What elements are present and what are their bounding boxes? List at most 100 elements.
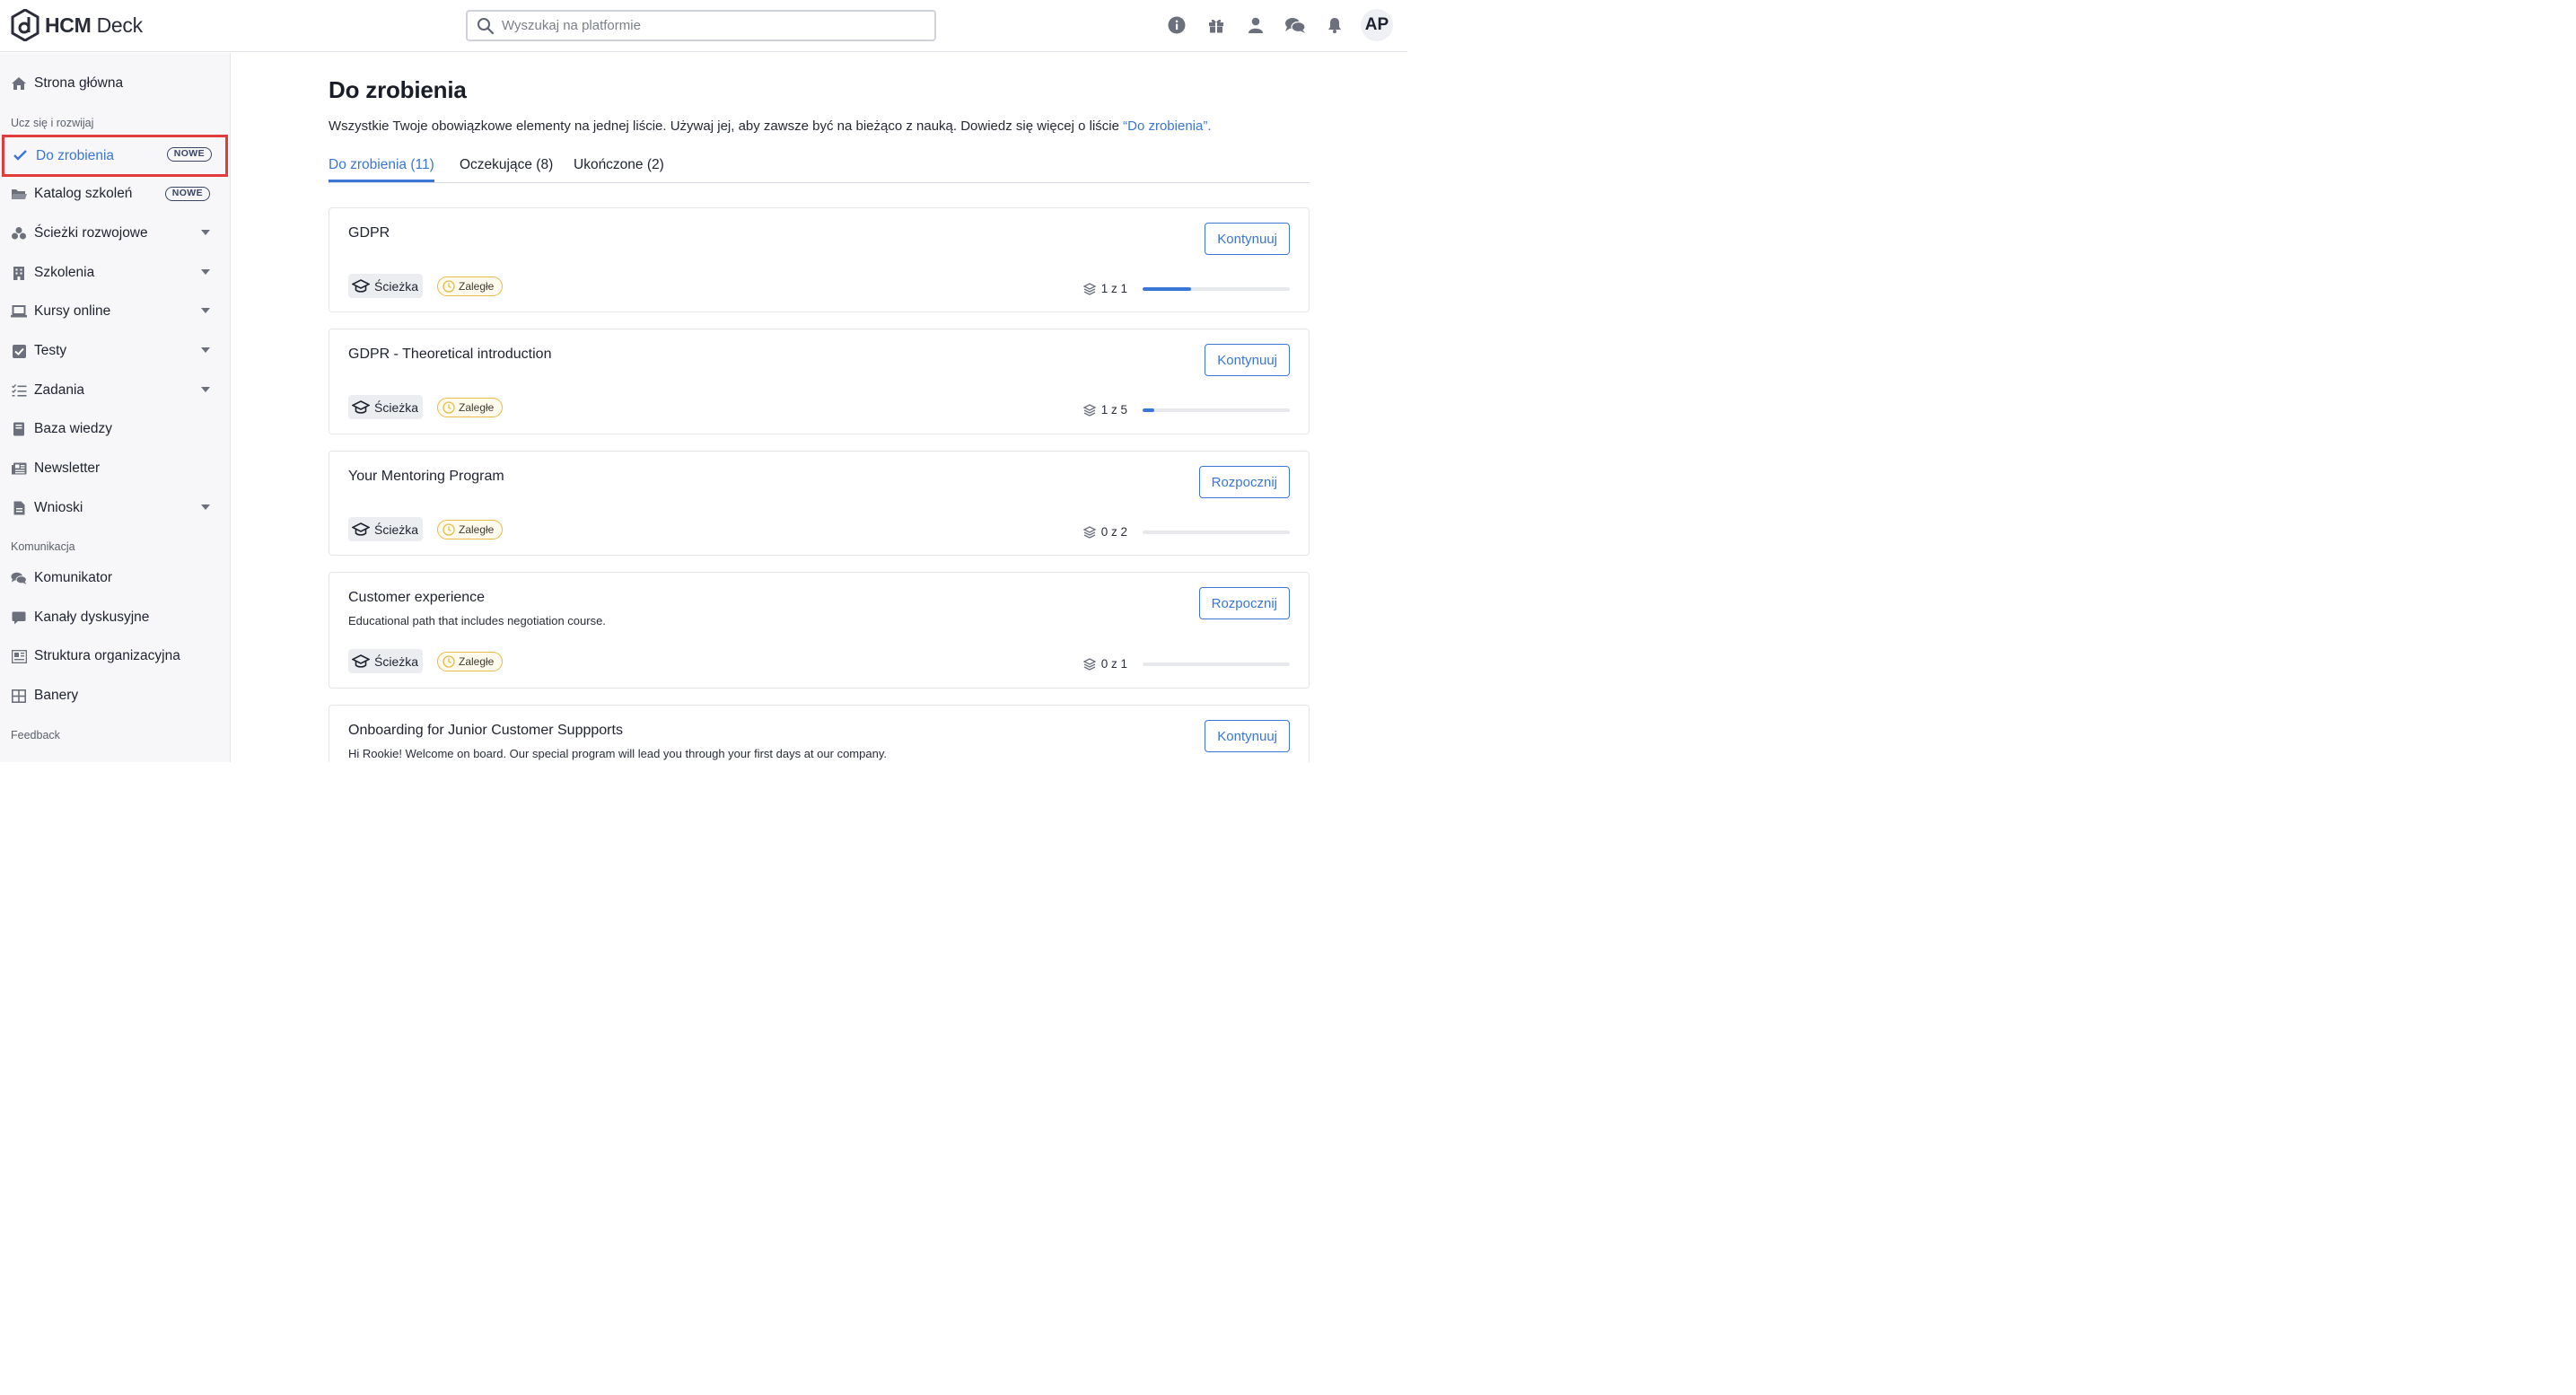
progress-bar: [1143, 531, 1290, 534]
description-link[interactable]: “Do zrobienia”.: [1123, 118, 1211, 134]
document-icon: [11, 500, 27, 516]
late-chip: Zaległe: [437, 276, 504, 296]
chevron-down-icon[interactable]: [201, 230, 210, 235]
chevron-down-icon[interactable]: [201, 308, 210, 313]
graduation-cap-icon: [352, 522, 370, 536]
sidebar-item-banners[interactable]: Banery: [0, 678, 228, 714]
path-chip: Ścieżka: [348, 274, 424, 298]
sidebar-item-label: Kanały dyskusyjne: [34, 610, 150, 625]
continue-button[interactable]: Kontynuuj: [1205, 720, 1290, 752]
clock-icon: [442, 401, 455, 414]
paths-icon: [11, 225, 27, 241]
chevron-down-icon[interactable]: [201, 387, 210, 392]
sidebar-item-messenger[interactable]: Komunikator: [0, 560, 228, 596]
progress-text: 1 z 5: [1100, 403, 1127, 417]
todo-card: Onboarding for Junior Customer Suppports…: [329, 705, 1310, 762]
sidebar-item-paths[interactable]: Ścieżki rozwojowe: [0, 215, 228, 251]
page-description: Wszystkie Twoje obowiązkowe elementy na …: [329, 118, 1212, 134]
progress-fill: [1143, 408, 1155, 412]
continue-button[interactable]: Kontynuuj: [1205, 344, 1290, 376]
checkbox-icon: [11, 343, 27, 359]
user-icon[interactable]: [1242, 9, 1269, 41]
card-title[interactable]: Onboarding for Junior Customer Suppports: [348, 723, 623, 739]
path-chip: Ścieżka: [348, 649, 424, 673]
app-page: HCM Deck AP: [0, 0, 1407, 762]
section-label-learn: Ucz się i rozwijaj: [11, 117, 94, 129]
progress-bar: [1143, 287, 1290, 291]
section-label-communication: Komunikacja: [11, 540, 75, 553]
chevron-down-icon[interactable]: [201, 347, 210, 353]
sidebar-item-newsletter[interactable]: Newsletter: [0, 451, 228, 487]
late-chip-label: Zaległe: [459, 655, 495, 668]
layers-icon: [1082, 525, 1096, 539]
chevron-down-icon[interactable]: [201, 269, 210, 275]
path-chip-label: Ścieżka: [374, 399, 419, 415]
new-badge: NOWE: [166, 147, 212, 162]
progress-count: 0 z 2: [1082, 525, 1127, 539]
card-title[interactable]: GDPR: [348, 225, 390, 241]
sidebar: Strona główna Ucz się i rozwijaj Do zrob…: [0, 53, 231, 762]
graduation-cap-icon: [352, 278, 370, 293]
progress-count: 1 z 5: [1082, 403, 1127, 417]
sidebar-item-label: Do zrobienia: [36, 147, 115, 163]
logo[interactable]: HCM Deck: [11, 9, 143, 41]
todo-card: GDPR - Theoretical introduction Ścieżka …: [329, 329, 1310, 434]
clock-icon: [442, 280, 455, 293]
sidebar-item-label: Komunikator: [34, 570, 113, 585]
sidebar-item-label: Wnioski: [34, 500, 83, 515]
laptop-icon: [11, 303, 27, 320]
sidebar-item-label: Newsletter: [34, 461, 101, 476]
sidebar-item-discussion-channels[interactable]: Kanały dyskusyjne: [0, 600, 228, 636]
card-title[interactable]: GDPR - Theoretical introduction: [348, 347, 551, 363]
todo-card: Customer experience Educational path tha…: [329, 572, 1310, 689]
tasks-icon: [11, 382, 27, 399]
path-chip-label: Ścieżka: [374, 654, 419, 669]
org-icon: [11, 648, 27, 664]
gift-icon[interactable]: [1203, 9, 1230, 41]
bell-icon[interactable]: [1321, 9, 1348, 41]
card-title[interactable]: Your Mentoring Program: [348, 469, 504, 485]
sidebar-item-requests[interactable]: Wnioski: [0, 490, 228, 526]
card-title[interactable]: Customer experience: [348, 590, 485, 606]
tab-completed[interactable]: Ukończone (2): [574, 157, 664, 182]
info-icon[interactable]: [1163, 9, 1190, 41]
tab-pending[interactable]: Oczekujące (8): [460, 157, 553, 182]
sidebar-item-label: Strona główna: [34, 75, 124, 91]
late-chip: Zaległe: [437, 652, 504, 671]
avatar[interactable]: AP: [1361, 9, 1393, 41]
chevron-down-icon[interactable]: [201, 504, 210, 510]
new-badge: NOWE: [164, 187, 210, 201]
progress-count: 1 z 1: [1082, 282, 1127, 295]
chat-icon[interactable]: [1282, 9, 1309, 41]
continue-button[interactable]: Kontynuuj: [1205, 223, 1290, 255]
late-chip-label: Zaległe: [459, 401, 495, 414]
section-label-feedback: Feedback: [11, 729, 60, 741]
path-chip: Ścieżka: [348, 517, 424, 541]
sidebar-item-label: Kursy online: [34, 303, 111, 319]
check-icon: [13, 148, 29, 164]
sidebar-item-todo[interactable]: Do zrobienia NOWE: [2, 135, 228, 177]
sidebar-item-knowledge-base[interactable]: Baza wiedzy: [0, 411, 228, 447]
path-chip-label: Ścieżka: [374, 522, 419, 537]
graduation-cap-icon: [352, 399, 370, 414]
progress-fill: [1143, 287, 1192, 291]
newspaper-icon: [11, 461, 27, 477]
tab-todo[interactable]: Do zrobienia (11): [329, 157, 434, 182]
sidebar-item-trainings[interactable]: Szkolenia: [0, 255, 228, 291]
sidebar-item-label: Zadania: [34, 382, 85, 398]
path-chip: Ścieżka: [348, 395, 424, 419]
layers-icon: [1082, 282, 1096, 295]
sidebar-item-tasks[interactable]: Zadania: [0, 373, 228, 408]
sidebar-item-tests[interactable]: Testy: [0, 333, 228, 369]
sidebar-item-online-courses[interactable]: Kursy online: [0, 294, 228, 329]
top-header: HCM Deck AP: [0, 0, 1407, 52]
sidebar-item-catalog[interactable]: Katalog szkoleń NOWE: [0, 176, 228, 212]
message-icon: [11, 610, 27, 626]
sidebar-item-home[interactable]: Strona główna: [0, 66, 228, 101]
tabs: Do zrobienia (11) Oczekujące (8) Ukończo…: [329, 150, 1310, 183]
header-icons: AP: [1163, 9, 1393, 41]
start-button[interactable]: Rozpocznij: [1198, 587, 1290, 619]
start-button[interactable]: Rozpocznij: [1198, 466, 1290, 498]
sidebar-item-org-structure[interactable]: Struktura organizacyjna: [0, 638, 228, 674]
search-input[interactable]: [502, 18, 915, 33]
